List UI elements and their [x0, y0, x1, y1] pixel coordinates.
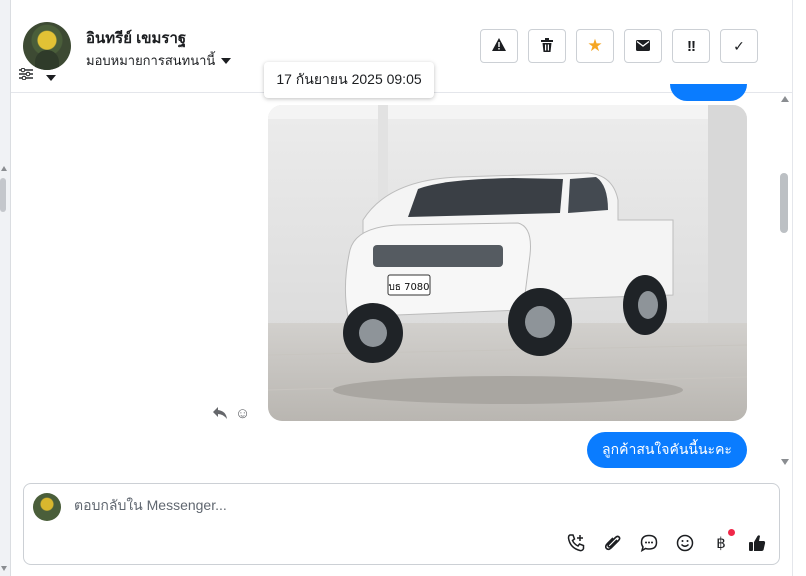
previous-message-bubble[interactable]: [670, 84, 747, 101]
reply-input[interactable]: [72, 496, 676, 514]
license-plate-text: บธ 7080: [388, 282, 429, 293]
contact-avatar[interactable]: [23, 22, 71, 70]
reply-icon[interactable]: [213, 406, 227, 422]
message-composer: ฿: [23, 483, 780, 565]
scroll-thumb[interactable]: [0, 178, 6, 212]
timestamp-tooltip: 17 กันยายน 2025 09:05: [264, 62, 434, 98]
star-icon: ★: [587, 36, 603, 55]
call-add-icon[interactable]: [565, 532, 587, 554]
chat-scroll-thumb[interactable]: [780, 173, 788, 233]
chat-scroll-down-arrow[interactable]: [781, 459, 789, 465]
priority-icon: !!: [687, 37, 696, 55]
warning-icon: [492, 38, 506, 54]
left-scrollbar[interactable]: [0, 0, 11, 576]
scroll-up-arrow[interactable]: [1, 166, 7, 171]
scroll-down-arrow[interactable]: [1, 566, 7, 571]
mail-icon: [636, 38, 650, 54]
smiley-react-icon[interactable]: ☺: [235, 405, 250, 422]
sliders-icon[interactable]: [19, 67, 33, 83]
assign-conversation-label: มอบหมายการสนทนานี้: [86, 53, 216, 68]
trash-icon: [541, 37, 553, 55]
thumbs-up-icon[interactable]: [746, 532, 768, 554]
notification-dot: [728, 529, 735, 536]
chat-scroll-up-arrow[interactable]: [781, 96, 789, 102]
contact-name[interactable]: อินทรีย์ เขมราฐ: [86, 26, 186, 50]
saved-reply-icon[interactable]: [638, 532, 660, 554]
page-avatar: [33, 493, 61, 521]
follow-up-button[interactable]: !!: [672, 29, 710, 63]
outgoing-message-bubble[interactable]: ลูกค้าสนใจคันนี้นะคะ: [587, 432, 747, 468]
filter-chevron-down-icon[interactable]: [46, 75, 56, 81]
delete-button[interactable]: [528, 29, 566, 63]
star-button[interactable]: ★: [576, 29, 614, 63]
assign-conversation-dropdown[interactable]: มอบหมายการสนทนานี้: [86, 50, 232, 71]
inbox-window: อินทรีย์ เขมราฐ มอบหมายการสนทนานี้ ★ !! …: [0, 0, 806, 576]
mark-unread-button[interactable]: [624, 29, 662, 63]
check-icon: ✓: [733, 37, 745, 54]
mark-done-button[interactable]: ✓: [720, 29, 758, 63]
report-spam-button[interactable]: [480, 29, 518, 63]
emoji-icon[interactable]: [674, 532, 696, 554]
truck-photo-message[interactable]: บธ 7080: [268, 105, 747, 421]
attachment-icon[interactable]: [602, 532, 624, 554]
outer-scrollbar: [792, 0, 806, 576]
chevron-down-icon: [221, 57, 232, 64]
